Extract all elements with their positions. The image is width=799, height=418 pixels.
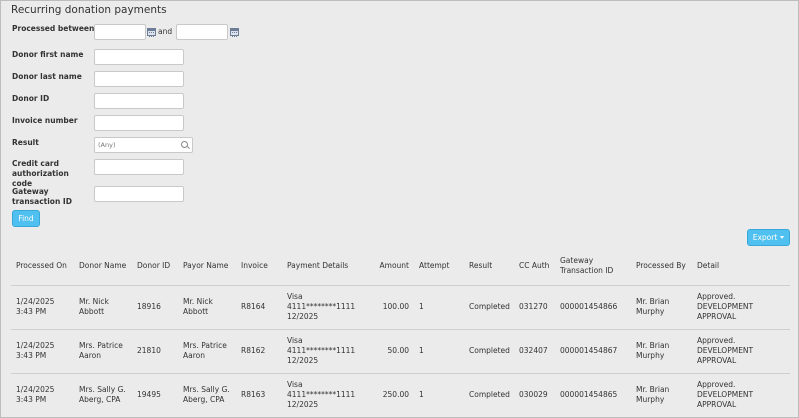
invoice-link[interactable]: R8162 [236,328,282,373]
cell-payment-details: Visa 4111********1111 12/2025 [282,372,358,417]
recurring-payments-panel: Recurring donation payments Processed be… [0,0,799,418]
donor-last-name-label: Donor last name [12,72,82,81]
cell-payment-details: Visa 4111********1111 12/2025 [282,328,358,373]
cell-detail: Approved. DEVELOPMENT APPROVAL [692,372,790,417]
find-button[interactable]: Find [12,210,40,227]
col-attempt[interactable]: Attempt [414,248,464,285]
donor-first-name-input[interactable] [94,49,184,65]
cell-cc-auth: 030029 [514,372,555,417]
cell-amount: 50.00 [358,328,414,373]
cell-processed-on: 1/24/2025 3:43 PM [11,372,74,417]
cell-cc-auth: 031270 [514,284,555,329]
invoice-link[interactable]: R8164 [236,284,282,329]
calendar-icon[interactable] [230,28,239,37]
table-row: 1/24/2025 3:43 PM Mrs. Patrice Aaron 218… [11,328,790,373]
result-select-value: (Any) [98,141,116,149]
export-button-label: Export [752,233,778,242]
gateway-id-input[interactable] [94,186,184,202]
result-select[interactable]: (Any) [94,137,193,153]
search-icon[interactable] [181,141,188,148]
cell-gateway-id: 000001454867 [555,328,631,373]
col-invoice[interactable]: Invoice [236,248,282,285]
cell-payor-name: Mr. Nick Abbott [178,284,236,329]
processed-from-input[interactable] [94,24,146,40]
invoice-link[interactable]: R8163 [236,372,282,417]
cell-donor-id: 18916 [132,284,178,329]
table-header-row: Processed On Donor Name Donor ID Payor N… [11,248,790,285]
cell-processed-by: Mr. Brian Murphy [631,284,692,329]
page-title: Recurring donation payments [11,4,167,16]
cell-gateway-id: 000001454865 [555,372,631,417]
donor-name-link[interactable]: Mrs. Patrice Aaron [74,328,132,373]
cell-donor-id: 21810 [132,328,178,373]
cell-payor-name: Mrs. Patrice Aaron [178,328,236,373]
cell-amount: 100.00 [358,284,414,329]
invoice-number-label: Invoice number [12,116,78,125]
calendar-icon[interactable] [147,28,156,37]
cell-processed-on: 1/24/2025 3:43 PM [11,284,74,329]
donor-name-link[interactable]: Mrs. Sally G. Aberg, CPA [74,372,132,417]
payments-table: Processed On Donor Name Donor ID Payor N… [11,248,790,417]
table-row: 1/24/2025 3:43 PM Mr. Nick Abbott 18916 … [11,284,790,329]
col-gateway-id[interactable]: Gateway Transaction ID [555,248,631,285]
col-detail[interactable]: Detail [692,248,790,285]
cell-payor-name: Mrs. Sally G. Aberg, CPA [178,372,236,417]
col-cc-auth[interactable]: CC Auth [514,248,555,285]
caret-down-icon [780,236,785,239]
donor-id-input[interactable] [94,93,184,109]
cell-processed-by: Mr. Brian Murphy [631,372,692,417]
cell-result: Completed [464,328,514,373]
cell-result: Completed [464,372,514,417]
col-payment-details[interactable]: Payment Details [282,248,358,285]
cell-cc-auth: 032407 [514,328,555,373]
donor-first-name-label: Donor first name [12,50,84,59]
cell-result: Completed [464,284,514,329]
cc-auth-input[interactable] [94,159,184,175]
cell-processed-by: Mr. Brian Murphy [631,328,692,373]
cell-attempt: 1 [414,284,464,329]
gateway-id-label: Gateway transaction ID [12,187,72,206]
cell-payment-details: Visa 4111********1111 12/2025 [282,284,358,329]
cell-attempt: 1 [414,328,464,373]
col-donor-id[interactable]: Donor ID [132,248,178,285]
result-label: Result [12,138,39,147]
col-donor-name[interactable]: Donor Name [74,248,132,285]
cell-amount: 250.00 [358,372,414,417]
col-processed-on[interactable]: Processed On [11,248,74,285]
donor-name-link[interactable]: Mr. Nick Abbott [74,284,132,329]
donor-last-name-input[interactable] [94,71,184,87]
processed-to-input[interactable] [176,24,228,40]
invoice-number-input[interactable] [94,115,184,131]
cell-processed-on: 1/24/2025 3:43 PM [11,328,74,373]
and-label: and [158,27,173,36]
cc-auth-label: Credit card authorization code [12,159,69,188]
cell-attempt: 1 [414,372,464,417]
donor-id-label: Donor ID [12,94,50,103]
table-row: 1/24/2025 3:43 PM Mrs. Sally G. Aberg, C… [11,372,790,417]
export-button[interactable]: Export [747,229,790,246]
col-amount[interactable]: Amount [358,248,414,285]
processed-between-label: Processed between [12,24,95,33]
cell-detail: Approved. DEVELOPMENT APPROVAL [692,328,790,373]
col-payor-name[interactable]: Payor Name [178,248,236,285]
cell-gateway-id: 000001454866 [555,284,631,329]
cell-donor-id: 19495 [132,372,178,417]
col-result[interactable]: Result [464,248,514,285]
col-processed-by[interactable]: Processed By [631,248,692,285]
cell-detail: Approved. DEVELOPMENT APPROVAL [692,284,790,329]
